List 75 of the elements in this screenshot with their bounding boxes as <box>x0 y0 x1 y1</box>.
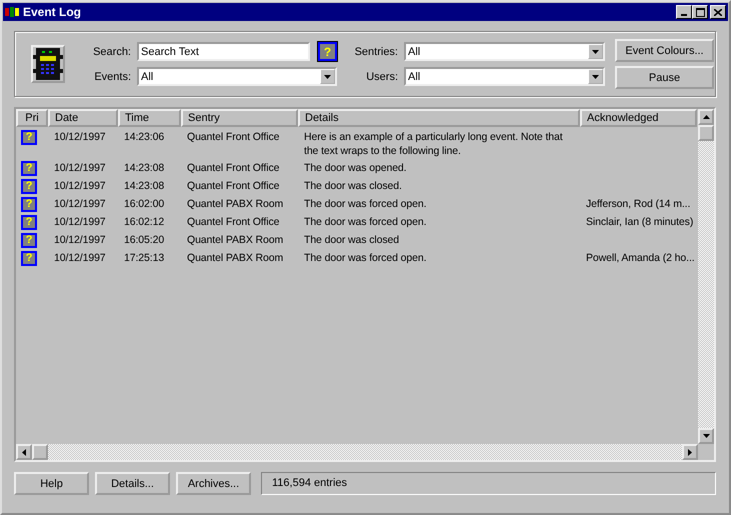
table-cell: 10/12/1997 <box>54 180 106 192</box>
table-cell: The door was forced open. <box>304 216 426 228</box>
table-cell: The door was closed. <box>304 180 402 192</box>
users-dropdown[interactable]: All <box>404 67 605 86</box>
scroll-down-icon <box>702 434 710 438</box>
sentry-header[interactable]: Sentry <box>181 109 298 127</box>
footer-button[interactable]: Details... <box>95 472 170 495</box>
date-header[interactable]: Date <box>48 109 118 127</box>
device-button[interactable] <box>31 45 65 83</box>
table-cell: 10/12/1997 <box>54 162 106 174</box>
table-cell: The door was opened. <box>304 162 406 174</box>
acknowledged-header[interactable]: Acknowledged <box>580 109 697 127</box>
scroll-thumb[interactable] <box>698 125 714 141</box>
table-cell: Quantel PABX Room <box>187 234 284 246</box>
search-label: Search: <box>92 46 131 58</box>
table-cell: Quantel Front Office <box>187 131 280 143</box>
priority-icon: ? <box>21 251 37 266</box>
table-cell: The door was forced open. <box>304 252 426 264</box>
priority-header[interactable]: Pri <box>16 109 48 127</box>
table-cell: Powell, Amanda (2 ho... <box>586 252 695 264</box>
table-cell: The door was forced open. <box>304 198 426 210</box>
keypad-device-icon <box>33 47 63 81</box>
priority-icon: ? <box>21 197 37 212</box>
priority-icon: ? <box>21 179 37 194</box>
minimize-button[interactable] <box>676 5 692 19</box>
sentries-dropdown[interactable]: All <box>404 42 605 61</box>
table-cell: Quantel PABX Room <box>187 198 284 210</box>
table-cell: 17:25:13 <box>124 252 164 264</box>
maximize-icon <box>696 8 704 16</box>
side-button[interactable]: Pause <box>615 66 714 89</box>
close-icon <box>714 8 722 16</box>
table-cell: 10/12/1997 <box>54 252 106 264</box>
scroll-thumb[interactable] <box>32 444 48 460</box>
priority-icon: ? <box>21 130 37 145</box>
table-cell: 10/12/1997 <box>54 131 106 143</box>
scroll-right-icon <box>688 448 692 456</box>
table-cell: 10/12/1997 <box>54 198 106 210</box>
footer-button[interactable]: Help <box>14 472 89 495</box>
table-cell: Quantel PABX Room <box>187 252 284 264</box>
table-cell: 10/12/1997 <box>54 216 106 228</box>
scroll-left-icon <box>22 448 26 456</box>
events-dropdown[interactable]: All <box>137 67 337 86</box>
scroll-up-icon <box>702 115 710 119</box>
table-cell: Jefferson, Rod (14 m... <box>586 198 690 210</box>
events-label: Events: <box>93 70 131 82</box>
table-cell: The door was closed <box>304 234 399 246</box>
side-button[interactable]: Event Colours... <box>615 39 714 62</box>
priority-icon: ? <box>21 233 37 248</box>
details-header[interactable]: Details <box>298 109 580 127</box>
table-cell: 14:23:06 <box>124 131 164 143</box>
app-icon <box>5 6 19 18</box>
maximize-button[interactable] <box>692 5 708 19</box>
table-cell: 16:05:20 <box>124 234 164 246</box>
search-field[interactable]: Search Text <box>137 42 310 61</box>
table-cell: 14:23:08 <box>124 180 164 192</box>
close-button[interactable] <box>710 5 726 19</box>
table-cell: Quantel Front Office <box>187 216 280 228</box>
table-cell: 14:23:08 <box>124 162 164 174</box>
sentries-label: Sentries: <box>354 46 398 58</box>
priority-icon: ? <box>21 215 37 230</box>
users-label: Users: <box>365 70 398 82</box>
priority-icon: ? <box>21 161 37 176</box>
table-cell: 16:02:12 <box>124 216 164 228</box>
table-cell: 16:02:00 <box>124 198 164 210</box>
table-cell: Sinclair, Ian (8 minutes) <box>586 216 694 228</box>
footer-button[interactable]: Archives... <box>176 472 251 495</box>
time-header[interactable]: Time <box>118 109 181 127</box>
entry-count-status: 116,594 entries <box>261 472 716 495</box>
table-cell: Quantel Front Office <box>187 180 280 192</box>
help-button[interactable]: ? <box>318 42 337 61</box>
window-title: Event Log <box>23 5 82 19</box>
table-cell: 10/12/1997 <box>54 234 106 246</box>
table-cell: Quantel Front Office <box>187 162 280 174</box>
vertical-scrollbar[interactable] <box>698 109 714 444</box>
table-cell: Here is an example of a particularly long event. Note that the text wraps to the following line. <box>304 131 563 157</box>
